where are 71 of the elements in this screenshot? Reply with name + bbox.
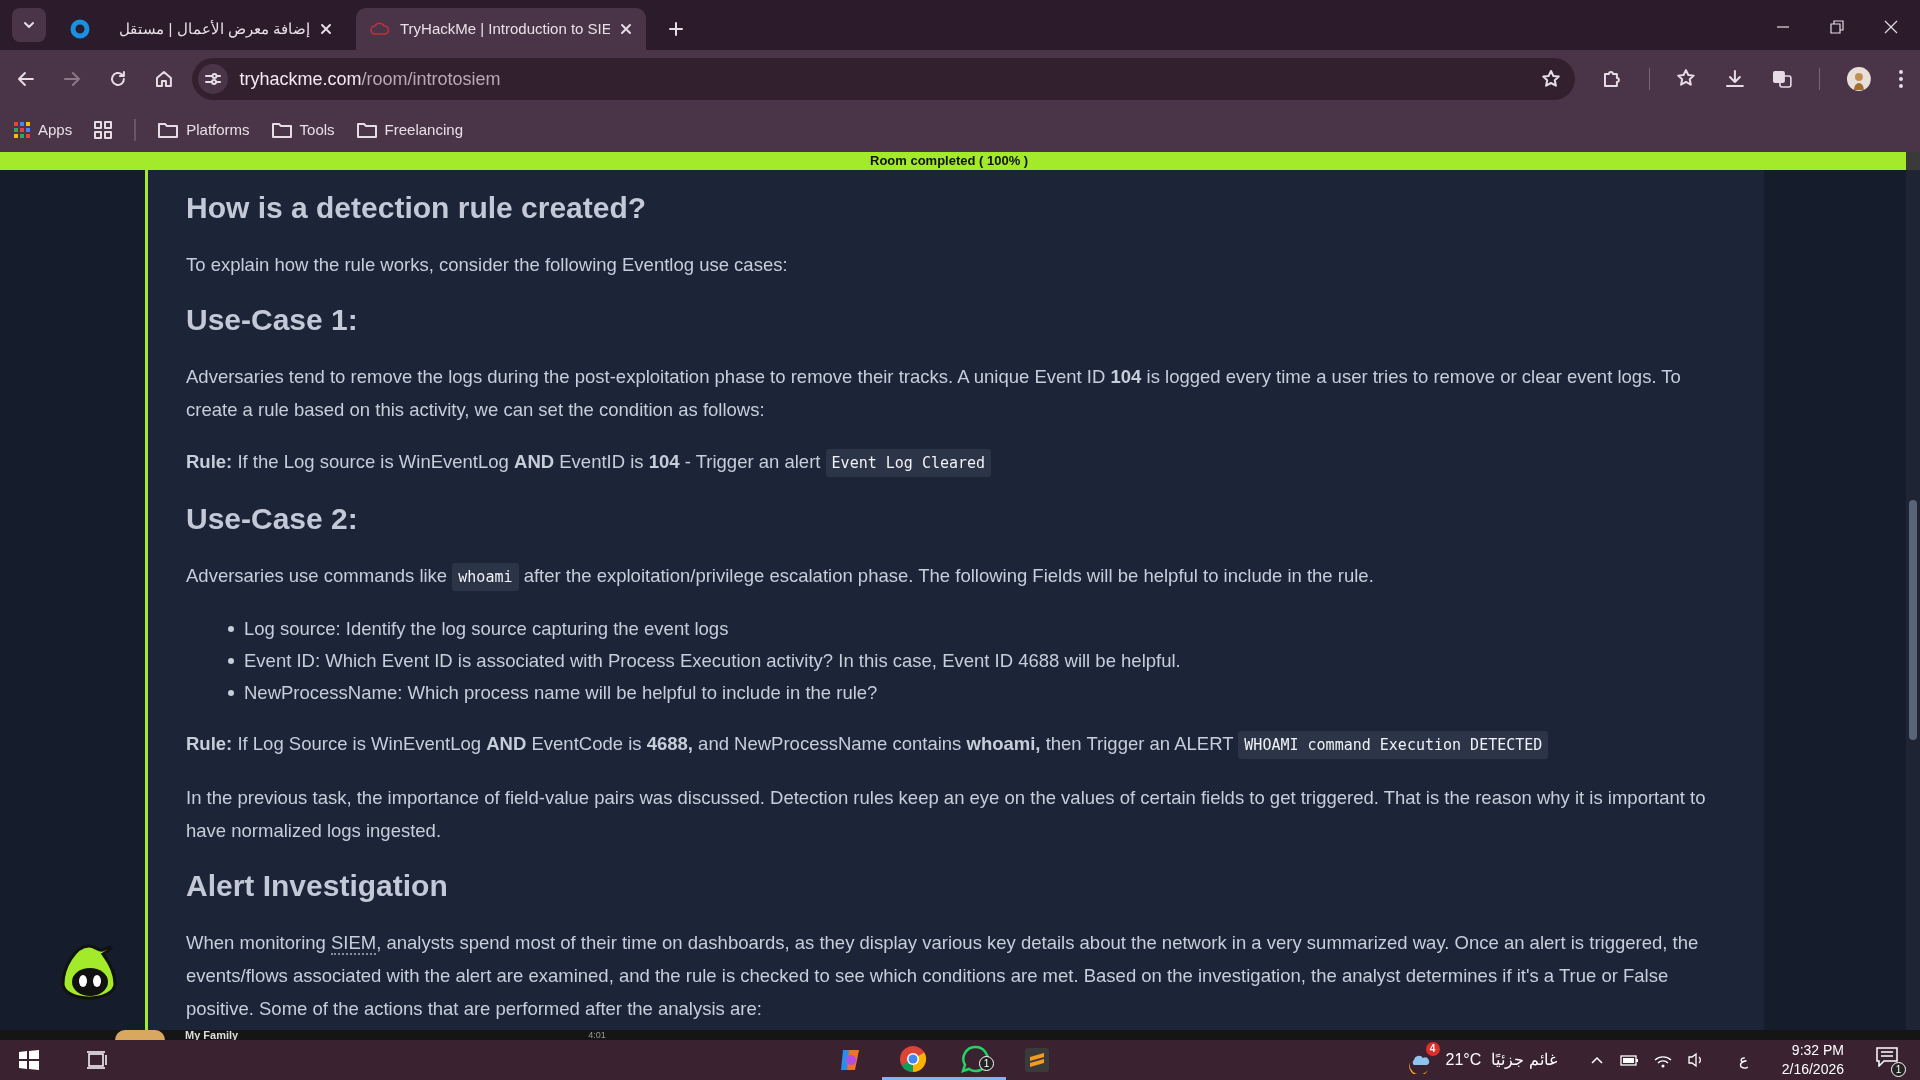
- url-text: tryhackme.com/room/introtosiem: [239, 67, 502, 91]
- apps-grid-icon: [14, 122, 30, 138]
- paragraph-text: after the exploitation/privilege escalation phase. The following Fields will be helpful to include in the rule.: [523, 565, 1374, 586]
- video-title: My Family: [185, 1030, 239, 1040]
- site-settings-icon[interactable]: [204, 72, 221, 86]
- bookmark[interactable]: Apps: [14, 118, 73, 142]
- battery-icon[interactable]: [1618, 1053, 1639, 1067]
- editor-icon: [1024, 1047, 1050, 1073]
- address-bar[interactable]: tryhackme.com/room/introtosiem: [191, 58, 1575, 100]
- section-heading: Use-Case 1:: [186, 302, 359, 338]
- scrollbar-thumb[interactable]: [1909, 500, 1917, 740]
- back-icon[interactable]: [16, 69, 36, 89]
- bookmark-folder[interactable]: Tools: [271, 118, 335, 142]
- bookmark-folder[interactable]: Platforms: [158, 118, 250, 142]
- bullet: [228, 658, 234, 664]
- code-snippet: WHOAMI command Execution DETECTED: [1238, 731, 1549, 759]
- menu-icon[interactable]: [1898, 69, 1904, 89]
- paragraph-text: Adversaries use commands like: [186, 565, 448, 586]
- thumbnail: [115, 1030, 165, 1040]
- weather-badge: 4: [1425, 1042, 1440, 1056]
- star-icon[interactable]: [1540, 69, 1561, 89]
- browser-tab[interactable]: إضافة معرض الأعمال | مستقل: [56, 8, 346, 50]
- notification-count: 1: [1891, 1062, 1906, 1077]
- folder-icon: [271, 122, 292, 138]
- video-duration: 4:01: [588, 1030, 606, 1040]
- tab-groups-icon[interactable]: [94, 121, 113, 139]
- avatar-icon[interactable]: [1846, 66, 1873, 92]
- tab-title: إضافة معرض الأعمال | مستقل: [118, 18, 310, 40]
- chat-bubble-icon: [961, 1044, 989, 1073]
- bullet: [228, 626, 234, 632]
- paragraph-text: Rule: If the Log source is WinEventLog AND EventID is 104 - Trigger an alert: [186, 451, 821, 472]
- paragraph: To explain how the rule works, consider the following Eventlog use cases:: [186, 253, 789, 277]
- clock[interactable]: 9:32 PM 2/16/2026: [1781, 1041, 1844, 1079]
- progress-label: Room completed ( 100% ): [870, 152, 1029, 170]
- new-tab-icon[interactable]: [668, 21, 684, 37]
- code-snippet: Event Log Cleared: [825, 449, 992, 477]
- forward-icon[interactable]: [61, 69, 82, 89]
- section-heading: Alert Investigation: [186, 868, 449, 904]
- chrome-icon: [899, 1044, 927, 1073]
- paragraph: When monitoring SIEM, analysts spend most of their time on dashboards, as they display various key details about the network in a very summarized way. Once an alert is triggered, the events/flows associated with the alert are examined, and the rule is checked to see which conditions are met. Based on the investigation, the analyst determines if it's a True or False positive. Some of the actions that are performed after the analysis are:: [186, 931, 1700, 1021]
- paragraph-text: Rule: If Log Source is WinEventLog AND EventCode is 4688, and NewProcessName contains whoami, then Trigger an ALERT: [186, 733, 1234, 754]
- list-item-text: Event ID: Which Event ID is associated with Process Execution activity? In this case, Event ID 4688 will be helpful.: [244, 649, 1181, 673]
- task-view-icon[interactable]: [86, 1049, 108, 1071]
- section-heading: How is a detection rule created?: [186, 190, 648, 226]
- bullet: [228, 690, 234, 696]
- section-heading: Use-Case 2:: [186, 501, 359, 537]
- notification-badge: 1: [979, 1056, 994, 1071]
- list-item-text: NewProcessName: Which process name will be helpful to include in the rule?: [244, 681, 878, 705]
- cloud-icon: [370, 21, 390, 37]
- ring-icon: [70, 19, 90, 39]
- bookmark-folder[interactable]: Freelancing: [356, 118, 463, 142]
- translate-icon[interactable]: [1771, 68, 1794, 90]
- list-item-text: Log source: Identify the log source capturing the event logs: [244, 617, 729, 641]
- download-icon[interactable]: [1723, 68, 1746, 90]
- close-icon[interactable]: [320, 23, 332, 35]
- start-icon[interactable]: [18, 1049, 40, 1071]
- tab-search-button[interactable]: [12, 8, 46, 42]
- paragraph: In the previous task, the importance of field-value pairs was discussed. Detection rules keep an eye on the values of certain fields to get triggered. That is the reason why it is important to have normalized logs ingested.: [186, 786, 1707, 843]
- folder-icon: [158, 122, 179, 138]
- input-language[interactable]: ع: [1738, 1048, 1748, 1072]
- home-icon[interactable]: [153, 69, 174, 89]
- code-snippet: whoami: [452, 563, 519, 591]
- close-icon[interactable]: [620, 23, 632, 35]
- folder-icon: [356, 122, 377, 138]
- close-icon[interactable]: [1884, 20, 1898, 34]
- weather-condition: غائم جزئيًا: [1491, 1050, 1557, 1071]
- paragraph: Adversaries tend to remove the logs during the post-exploitation phase to remove their tracks. A unique Event ID 104 is logged every time a user tries to remove or clear event logs. To create a rule based on this activity, we can set the condition as follows:: [186, 365, 1682, 422]
- taskbar-app[interactable]: 1: [944, 1040, 1006, 1080]
- restore-icon[interactable]: [1830, 20, 1844, 34]
- message-icon: [1876, 1047, 1898, 1067]
- temperature: 21°C: [1445, 1050, 1482, 1070]
